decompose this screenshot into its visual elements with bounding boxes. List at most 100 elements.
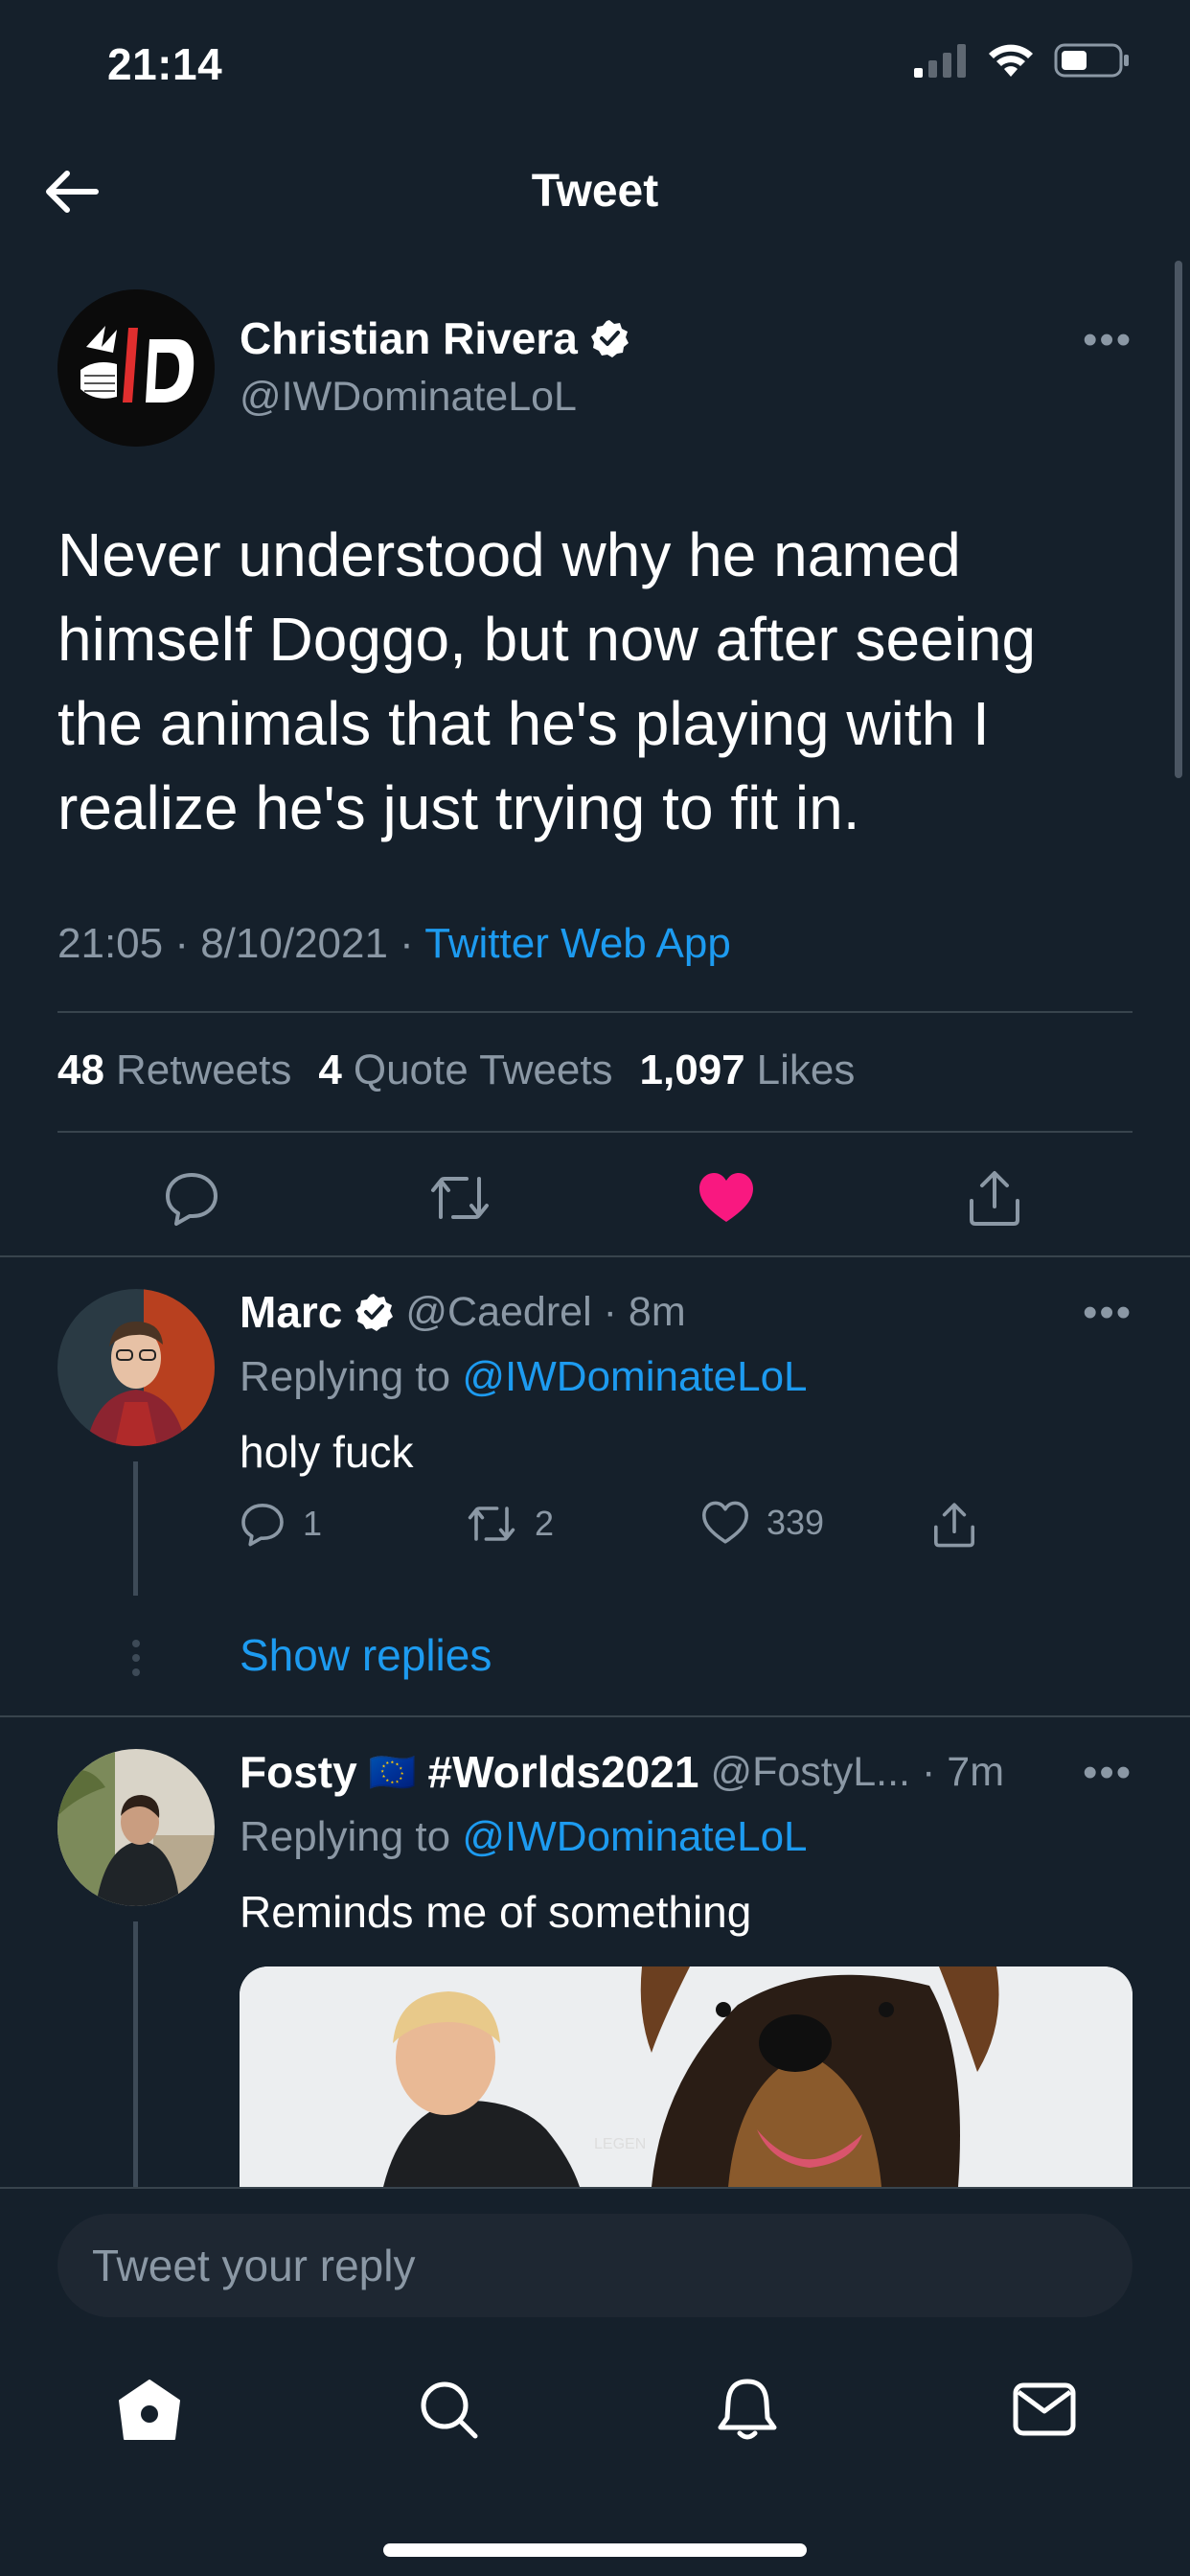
divider [0,1255,1190,1257]
eu-flag-icon: 🇪🇺 [368,1751,417,1794]
retweets-stat[interactable]: 48 Retweets [57,1046,291,1094]
tab-notifications[interactable] [699,2361,795,2457]
tweet-meta: 21:05 · 8/10/2021 · Twitter Web App [57,920,731,968]
divider [57,1131,1133,1133]
likes-label: Likes [756,1046,856,1093]
reply-header[interactable]: Fosty 🇪🇺 #Worlds2021 @FostyL... · 7m [240,1746,1004,1798]
divider [0,1715,1190,1717]
author-name: Christian Rivera [240,313,578,363]
page-title: Tweet [531,166,659,217]
tweet-source-link[interactable]: Twitter Web App [424,920,731,967]
reply-avatar[interactable] [57,1289,215,1446]
tab-messages[interactable] [996,2361,1092,2457]
share-icon [934,1503,974,1548]
reply-more-button[interactable]: ••• [1083,1289,1133,1337]
reply-time: · 7m [922,1748,1005,1795]
retweets-count: 48 [57,1046,104,1093]
reply-author-handle: @FostyL... [710,1748,911,1795]
thread-line [133,1921,138,2187]
replying-prefix: Replying to [240,1813,451,1860]
reply-text: holy fuck [240,1427,414,1477]
reply-input[interactable] [57,2214,1133,2317]
reply-header[interactable]: Marc @Caedrel · 8m [240,1286,686,1338]
tab-home[interactable] [102,2361,197,2457]
reply-author-handle: @Caedrel [405,1288,592,1335]
battery-icon [1054,43,1129,78]
search-icon [421,2381,478,2439]
tab-bar [0,2361,1190,2457]
tweet-text: Never understood why he named himself Do… [57,520,1037,842]
reply-text: Reminds me of something [240,1887,752,1937]
quote-tweets-stat[interactable]: 4 Quote Tweets [318,1046,612,1094]
quote-tweets-count: 4 [318,1046,342,1093]
tab-search[interactable] [400,2361,496,2457]
verified-badge-icon [590,320,629,357]
verified-badge-icon [355,1294,394,1331]
media-photo: LEGEN [240,1966,1133,2187]
quote-tweets-label: Quote Tweets [353,1046,613,1093]
wifi-icon [989,44,1033,77]
replying-handle-link[interactable]: @IWDominateLoL [462,1813,807,1860]
likes-count: 1,097 [639,1046,745,1093]
home-icon [119,2380,180,2440]
svg-text:LEGEN: LEGEN [594,2136,646,2152]
heart-filled-icon [699,1173,753,1222]
replying-prefix: Replying to [240,1353,451,1400]
replying-to: Replying to @IWDominateLoL [240,1353,808,1401]
reply-avatar[interactable] [57,1749,215,1906]
more-options-button[interactable]: ••• [1083,316,1133,364]
tweet-actions [0,1160,1190,1236]
share-button[interactable] [956,1160,1033,1236]
thread-dots-icon [132,1640,140,1676]
retweet-button[interactable] [422,1160,498,1236]
author-name-row[interactable]: Christian Rivera [240,312,629,364]
reply-actions: 1 2 339 [240,1501,1006,1558]
share-icon [970,1171,1019,1226]
replying-handle-link[interactable]: @IWDominateLoL [462,1353,807,1400]
reply-more-button[interactable]: ••• [1083,1749,1133,1797]
tweet-detail-screen: 21:14 Tweet Christian Rivera @IWDominate… [0,0,1190,2576]
bottom-bar [0,2187,1190,2576]
bell-icon [718,2379,777,2440]
iwd-logo-icon [57,289,215,447]
signal-icon [914,44,966,78]
header: Tweet [0,144,1190,240]
mail-icon [1013,2382,1076,2436]
like-button[interactable] [688,1160,765,1236]
comment-icon [241,1504,284,1547]
status-time: 21:14 [107,39,223,89]
replying-to: Replying to @IWDominateLoL [240,1813,808,1861]
retweet-count: 2 [535,1504,555,1543]
home-indicator [383,2543,807,2557]
reply-author-name: Marc [240,1287,343,1337]
likes-stat[interactable]: 1,097 Likes [640,1046,856,1094]
tweet-stats: 48 Retweets 4 Quote Tweets 1,097 Likes [57,1046,855,1094]
reply-reply-button[interactable]: 1 [240,1501,322,1547]
heart-outline-icon [702,1501,748,1544]
reply-author-tag: #Worlds2021 [427,1747,699,1797]
status-icons [914,42,1131,79]
retweets-label: Retweets [115,1046,292,1093]
like-count: 339 [767,1503,825,1542]
reply-media-image[interactable]: LEGEN [240,1966,1133,2187]
divider [57,1011,1133,1013]
reply-like-button[interactable]: 339 [701,1501,824,1545]
status-bar: 21:14 [0,0,1190,134]
show-replies-link[interactable]: Show replies [240,1629,492,1681]
user-photo-icon [57,1749,215,1906]
retweet-icon [431,1177,489,1219]
reply-count: 1 [303,1504,323,1543]
heart-fill [699,1173,753,1222]
author-handle[interactable]: @IWDominateLoL [240,374,577,421]
reply-retweet-button[interactable]: 2 [466,1501,554,1547]
reply-button[interactable] [153,1160,230,1236]
retweet-icon [468,1506,515,1541]
reply-time: · 8m [603,1288,686,1335]
author-avatar[interactable] [57,289,215,447]
reply-share-button[interactable] [931,1501,977,1549]
scrollbar[interactable] [1175,261,1182,778]
reply-author-name: Fosty [240,1747,357,1797]
user-photo-icon [57,1289,215,1446]
thread-line [133,1461,138,1596]
tweet-timestamp: 21:05 · 8/10/2021 · [57,920,414,967]
